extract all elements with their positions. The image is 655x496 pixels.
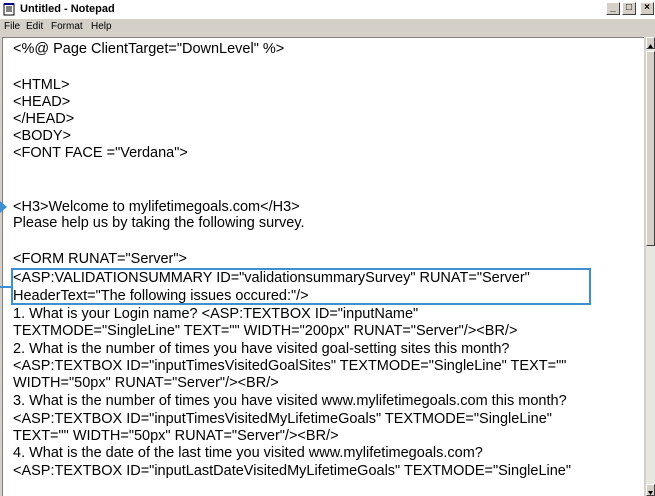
editor-line-1: <%@ Page ClientTarget="DownLevel" %> (13, 41, 285, 57)
editor-line-22: TEXT="" WIDTH="50px" RUNAT="Server"/><BR… (13, 428, 339, 444)
editor-line-24: <ASP:TEXTBOX ID="inputLastDateVisitedMyL… (13, 463, 572, 479)
editor-line-15: 1. What is your Login name? <ASP:TEXTBOX… (13, 306, 419, 322)
menu-help[interactable]: Help (91, 20, 112, 33)
editor-line-20: 3. What is the number of times you have … (13, 393, 567, 409)
menu-format[interactable]: Format (51, 20, 83, 33)
editor-line-23: 4. What is the date of the last time you… (13, 445, 483, 461)
editor-line-4: <HEAD> (13, 94, 71, 110)
editor-line-10: Please help us by taking the following s… (13, 215, 305, 231)
editor-line-3: <HTML> (13, 77, 70, 93)
close-button[interactable]: × (640, 2, 654, 15)
menu-bar: File Edit Format Help (0, 19, 655, 35)
notepad-window: Untitled - Notepad _ □ × File Edit Forma… (0, 0, 655, 496)
scroll-down-arrow-icon[interactable] (646, 484, 655, 496)
editor-line-16: TEXTMODE="SingleLine" TEXT="" WIDTH="200… (13, 323, 518, 339)
menu-edit[interactable]: Edit (26, 20, 43, 33)
editor-line-7: <FONT FACE ="Verdana"> (13, 145, 188, 161)
scroll-up-arrow-icon[interactable] (646, 37, 655, 49)
editor-line-17: 2. What is the number of times you have … (13, 341, 510, 357)
menu-file[interactable]: File (4, 20, 20, 33)
scroll-thumb[interactable] (646, 51, 655, 246)
callout-connector (0, 286, 11, 288)
window-title: Untitled - Notepad (20, 3, 115, 15)
editor-line-19: WIDTH="50px" RUNAT="Server"/><BR/> (13, 375, 279, 391)
editor-line-18: <ASP:TEXTBOX ID="inputTimesVisitedGoalSi… (13, 358, 567, 374)
text-editor[interactable]: <%@ Page ClientTarget="DownLevel" %> <HT… (2, 37, 644, 496)
title-bar[interactable]: Untitled - Notepad _ □ × (0, 0, 655, 19)
editor-line-12: <FORM RUNAT="Server"> (13, 251, 187, 267)
maximize-button[interactable]: □ (622, 2, 636, 15)
notepad-icon[interactable] (3, 3, 16, 16)
vertical-scrollbar[interactable] (646, 37, 655, 496)
callout-arrow-icon (0, 201, 7, 213)
validation-summary-highlight (11, 268, 591, 305)
editor-line-9: <H3>Welcome to mylifetimegoals.com</H3> (13, 199, 300, 215)
editor-line-21: <ASP:TEXTBOX ID="inputTimesVisitedMyLife… (13, 411, 552, 427)
minimize-button[interactable]: _ (606, 2, 620, 15)
editor-line-5: </HEAD> (13, 111, 75, 127)
editor-line-6: <BODY> (13, 128, 72, 144)
